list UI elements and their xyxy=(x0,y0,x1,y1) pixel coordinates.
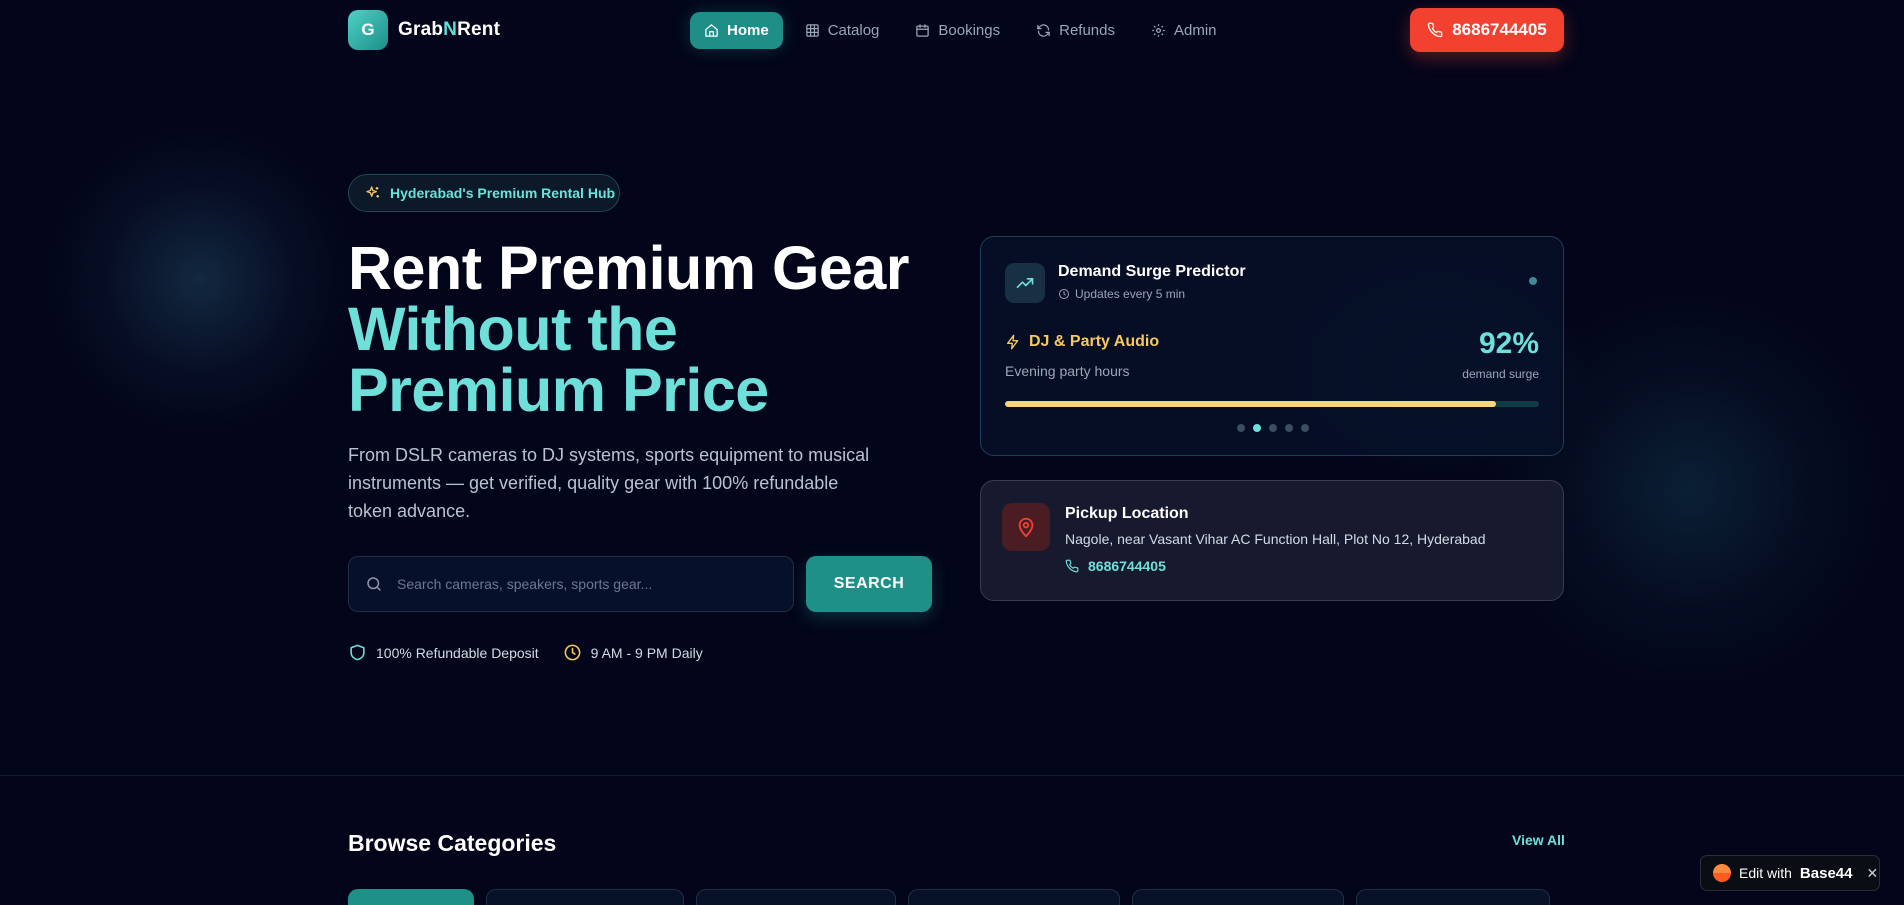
nav-item-label: Home xyxy=(727,22,769,39)
carousel-dot[interactable] xyxy=(1253,424,1261,432)
category-card[interactable] xyxy=(1132,889,1344,905)
base44-logo-icon xyxy=(1713,864,1731,882)
section-divider xyxy=(0,775,1904,776)
category-card[interactable] xyxy=(908,889,1120,905)
hero-title-line1: Rent Premium Gear xyxy=(348,234,910,302)
map-pin-icon xyxy=(1002,503,1050,551)
brand-logo[interactable]: G GrabNRent xyxy=(348,10,500,50)
carousel-dot[interactable] xyxy=(1237,424,1245,432)
hero-description: From DSLR cameras to DJ systems, sports … xyxy=(348,445,870,521)
hero-title-line3: Premium Price xyxy=(348,356,769,424)
category-card[interactable] xyxy=(486,889,684,905)
demand-category-label: DJ & Party Audio xyxy=(1029,333,1160,350)
home-icon xyxy=(705,24,718,37)
carousel-dot[interactable] xyxy=(1301,424,1309,432)
brand-name-suffix: Rent xyxy=(457,19,501,40)
close-icon[interactable]: ✕ xyxy=(1866,865,1878,882)
grid-icon xyxy=(805,24,819,37)
pickup-address: Nagole, near Vasant Vihar AC Function Ha… xyxy=(1065,531,1486,547)
base44-prefix: Edit with xyxy=(1739,865,1792,881)
sparkles-icon xyxy=(366,186,379,198)
call-button[interactable]: 8686744405 xyxy=(1410,8,1564,52)
view-all-link[interactable]: View All xyxy=(1512,832,1565,848)
category-card[interactable] xyxy=(696,889,896,905)
gear-icon xyxy=(1152,24,1165,37)
category-card[interactable] xyxy=(348,889,474,905)
nav-item-label: Refunds xyxy=(1059,22,1115,39)
pickup-location-card: Pickup Location Nagole, near Vasant Viha… xyxy=(980,480,1564,601)
carousel-dot[interactable] xyxy=(1285,424,1293,432)
pickup-phone-link[interactable]: 8686744405 xyxy=(1065,558,1166,574)
demand-time-label: Evening party hours xyxy=(1005,363,1130,379)
nav-item-admin[interactable]: Admin xyxy=(1137,12,1231,49)
search-box xyxy=(348,556,794,612)
hero-badge: Hyderabad's Premium Rental Hub xyxy=(348,174,620,212)
nav-item-bookings[interactable]: Bookings xyxy=(901,12,1014,49)
pickup-title: Pickup Location xyxy=(1065,505,1189,522)
hero-badge-text: Hyderabad's Premium Rental Hub xyxy=(390,185,616,201)
category-card[interactable] xyxy=(1356,889,1550,905)
call-button-number: 8686744405 xyxy=(1452,20,1547,39)
nav-item-home[interactable]: Home xyxy=(690,12,783,49)
calendar-icon xyxy=(916,24,930,37)
brand-name-accent: N xyxy=(443,19,458,40)
feature-label: 100% Refundable Deposit xyxy=(376,644,539,661)
nav-item-label: Admin xyxy=(1173,22,1217,39)
search-icon xyxy=(367,577,381,591)
live-indicator-dot xyxy=(1529,277,1537,285)
search-button[interactable]: SEARCH xyxy=(806,556,932,612)
nav-item-catalog[interactable]: Catalog xyxy=(791,12,894,49)
base44-brand: Base44 xyxy=(1799,864,1853,882)
nav-item-label: Bookings xyxy=(938,22,1001,39)
demand-surge-card: Demand Surge Predictor Updates every 5 m… xyxy=(980,236,1564,456)
carousel-dot[interactable] xyxy=(1269,424,1277,432)
shield-icon xyxy=(350,644,365,661)
hero-features: 100% Refundable Deposit 9 AM - 9 PM Dail… xyxy=(348,643,703,662)
feature-hours: 9 AM - 9 PM Daily xyxy=(563,643,703,662)
hero-title: Rent Premium Gear Without the Premium Pr… xyxy=(348,234,910,424)
category-cards-row xyxy=(348,889,1550,905)
demand-card-subtitle-text: Updates every 5 min xyxy=(1075,287,1186,301)
demand-progress-fill xyxy=(1005,401,1497,407)
demand-category: DJ & Party Audio xyxy=(1005,333,1159,351)
demand-card-title: Demand Surge Predictor xyxy=(1058,263,1246,280)
trending-up-icon xyxy=(1005,263,1045,303)
edit-with-base44-widget[interactable]: Edit with Base44 ✕ xyxy=(1700,855,1880,891)
feature-refundable: 100% Refundable Deposit xyxy=(348,643,539,662)
hero-title-line2: Without the xyxy=(348,295,678,363)
clock-icon xyxy=(564,644,581,661)
phone-icon xyxy=(1065,559,1079,573)
feature-label: 9 AM - 9 PM Daily xyxy=(590,644,703,661)
carousel-dots xyxy=(1237,424,1309,432)
brand-name: GrabNRent xyxy=(398,19,500,41)
clock-icon xyxy=(1059,289,1069,299)
nav-item-refunds[interactable]: Refunds xyxy=(1022,12,1129,49)
nav-links: Home Catalog Bookings Refunds Admin xyxy=(690,12,1231,49)
categories-title: Browse Categories xyxy=(348,830,557,856)
logo-mark: G xyxy=(348,10,388,50)
background-glow-left xyxy=(40,120,360,440)
top-navbar: G GrabNRent Home Catalog Bookings Refund… xyxy=(0,0,1904,60)
demand-card-subtitle: Updates every 5 min xyxy=(1058,287,1185,301)
search-input[interactable] xyxy=(397,576,777,592)
lightning-icon xyxy=(1007,334,1019,350)
demand-percent-label: demand surge xyxy=(1462,367,1539,381)
pickup-phone-number: 8686744405 xyxy=(1088,558,1166,574)
refresh-icon xyxy=(1037,24,1050,37)
brand-name-prefix: Grab xyxy=(398,19,444,40)
demand-percent: 92% xyxy=(1478,327,1539,360)
nav-item-label: Catalog xyxy=(827,22,880,39)
demand-progress-bar xyxy=(1005,401,1539,407)
phone-icon xyxy=(1427,22,1443,38)
